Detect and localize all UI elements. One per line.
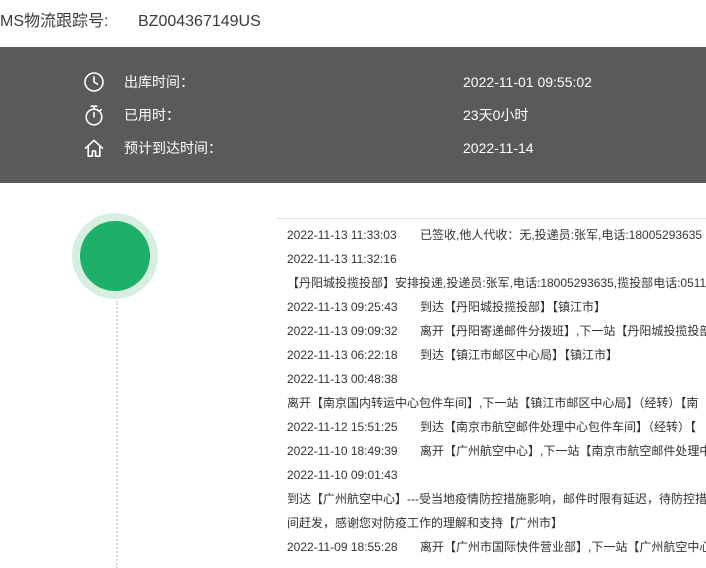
eta-row: 预计到达时间： 2022-11-14 (0, 136, 706, 160)
shipment-summary-panel: 出库时间： 2022-11-01 09:55:02 已用时： 23天0小时 预计… (0, 47, 706, 183)
tracking-event-row: 2022-11-12 15:51:25 到达【南京市航空邮件处理中心包件车间】（经… (277, 415, 706, 439)
event-description: 到达【广州航空中心】---受当地疫情防控措施影响，邮件时限有延迟，待防控措 (287, 492, 706, 506)
elapsed-time-label: 已用时： (124, 107, 180, 123)
clock-icon (83, 71, 105, 93)
event-time: 2022-11-13 00:48:38 (287, 372, 398, 386)
tracking-event-row: 2022-11-10 18:49:39 离开【广州航空中心】,下一站【南京市航空邮… (277, 439, 706, 463)
event-description: 离开【广州市国际快件营业部】,下一站【广州航空中心 (420, 540, 706, 554)
event-description: 到达【镇江市邮区中心局】【镇江市】 (420, 348, 619, 362)
tracking-event-row: 间赶发，感谢您对防疫工作的理解和支持【广州市】 (277, 511, 706, 535)
tracking-event-list: 2022-11-13 11:33:03 已签收,他人代收：无,投递员:张军,电话:… (277, 218, 706, 568)
tracking-event-row: 2022-11-13 09:25:43 到达【丹阳城投揽投部】【镇江市】 (277, 295, 706, 319)
event-time: 2022-11-12 15:51:25 (287, 420, 398, 434)
tracking-event-row: 2022-11-09 18:55:28 离开【广州市国际快件营业部】,下一站【广州… (277, 535, 706, 559)
tracking-number: BZ004367149US (138, 13, 261, 30)
event-description: 到达【丹阳城投揽投部】【镇江市】 (420, 300, 607, 314)
tracking-event-row: 2022-11-13 09:09:32 离开【丹阳寄递邮件分拨班】,下一站【丹阳城… (277, 319, 706, 343)
event-time: 2022-11-10 18:49:39 (287, 444, 398, 458)
tracking-event-row: 【丹阳城投揽投部】安排投递,投递员:张军,电话:18005293635,揽投部电… (277, 271, 706, 295)
event-time: 2022-11-13 11:33:03 (287, 228, 397, 242)
ship-time-label: 出库时间： (124, 74, 194, 90)
tracking-number-label: MS物流跟踪号: (0, 13, 109, 30)
event-time: 2022-11-13 09:09:32 (287, 324, 398, 338)
home-icon (83, 137, 105, 159)
tracking-event-row: 离开【南京国内转运中心包件车间】,下一站【镇江市邮区中心局】（经转）【南 (277, 391, 706, 415)
tracking-event-row: 到达【广州航空中心】---受当地疫情防控措施影响，邮件时限有延迟，待防控措 (277, 487, 706, 511)
event-description: 离开【南京国内转运中心包件车间】,下一站【镇江市邮区中心局】（经转）【南 (287, 396, 699, 410)
event-time: 2022-11-13 06:22:18 (287, 348, 398, 362)
ship-time-row: 出库时间： 2022-11-01 09:55:02 (0, 70, 706, 94)
event-description: 离开【丹阳寄递邮件分拨班】,下一站【丹阳城投揽投部 (420, 324, 706, 338)
event-time: 2022-11-09 18:55:28 (287, 540, 398, 554)
ship-time-value: 2022-11-01 09:55:02 (463, 74, 592, 90)
stopwatch-icon (83, 104, 105, 126)
timeline-connector (116, 300, 118, 568)
event-description: 间赶发，感谢您对防疫工作的理解和支持【广州市】 (287, 516, 564, 530)
tracking-event-row: 2022-11-13 00:48:38 (277, 367, 706, 391)
event-description: 已签收,他人代收：无,投递员:张军,电话:18005293635 (420, 228, 703, 242)
event-time: 2022-11-13 11:32:16 (287, 252, 397, 266)
elapsed-time-row: 已用时： 23天0小时 (0, 103, 706, 127)
event-time: 2022-11-13 09:25:43 (287, 300, 398, 314)
event-description: 【丹阳城投揽投部】安排投递,投递员:张军,电话:18005293635,揽投部电… (287, 276, 706, 290)
tracking-event-row: 2022-11-13 11:32:16 (277, 247, 706, 271)
status-marker (72, 213, 158, 299)
event-description: 到达【南京市航空邮件处理中心包件车间】（经转）【 (420, 420, 697, 434)
tracking-event-row: 2022-11-13 11:33:03 已签收,他人代收：无,投递员:张军,电话:… (277, 223, 706, 247)
tracking-event-row: 2022-11-10 09:01:43 (277, 463, 706, 487)
tracking-event-row: 2022-11-13 06:22:18 到达【镇江市邮区中心局】【镇江市】 (277, 343, 706, 367)
tracking-header: MS物流跟踪号: BZ004367149US (0, 0, 706, 47)
event-description: 离开【广州航空中心】,下一站【南京市航空邮件处理中 (420, 444, 706, 458)
eta-value: 2022-11-14 (463, 140, 534, 156)
elapsed-time-value: 23天0小时 (463, 107, 529, 123)
status-marker-dot (80, 221, 150, 291)
event-time: 2022-11-10 09:01:43 (287, 468, 398, 482)
eta-label: 预计到达时间： (124, 140, 222, 156)
